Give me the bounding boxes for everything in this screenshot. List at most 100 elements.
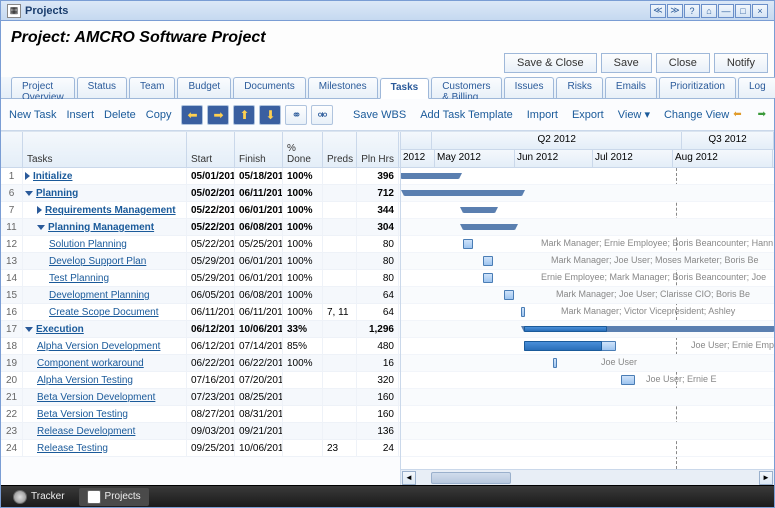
col-tasks[interactable]: Tasks (23, 132, 187, 167)
tab-tasks[interactable]: Tasks (380, 78, 430, 99)
task-link[interactable]: Planning (36, 188, 78, 199)
change-view-link[interactable]: Change View (664, 109, 729, 121)
col-done[interactable]: % Done (283, 132, 323, 167)
task-link[interactable]: Alpha Version Development (37, 341, 160, 352)
table-row[interactable]: 6Planning05/02/201206/11/2012100%712 (1, 185, 400, 202)
gantt-bar[interactable] (553, 358, 557, 368)
taskbar-projects[interactable]: Projects (79, 488, 149, 506)
scroll-left-btn[interactable]: ◄ (402, 471, 416, 485)
tab-risks[interactable]: Risks (556, 77, 602, 98)
home-icon[interactable]: ⌂ (701, 4, 717, 18)
gantt-bar[interactable] (463, 239, 473, 249)
tab-documents[interactable]: Documents (233, 77, 306, 98)
task-link[interactable]: Create Scope Document (49, 307, 159, 318)
task-link[interactable]: Initialize (33, 171, 72, 182)
task-link[interactable]: Release Development (37, 426, 135, 437)
scroll-left-icon[interactable]: ⬅ (733, 109, 741, 120)
table-row[interactable]: 22Beta Version Testing08/27/201208/31/20… (1, 406, 400, 423)
table-row[interactable]: 7Requirements Management05/22/201206/01/… (1, 202, 400, 219)
task-link[interactable]: Release Testing (37, 443, 108, 454)
save-button[interactable]: Save (601, 53, 652, 73)
col-pln[interactable]: Pln Hrs (357, 132, 399, 167)
table-row[interactable]: 1Initialize05/01/201205/18/2012100%396 (1, 168, 400, 185)
task-link[interactable]: Execution (36, 324, 84, 335)
gantt-bar[interactable] (521, 307, 525, 317)
close-button[interactable]: Close (656, 53, 710, 73)
arrow-right-icon[interactable]: ➡ (207, 105, 229, 125)
notify-button[interactable]: Notify (714, 53, 768, 73)
save-close-button[interactable]: Save & Close (504, 53, 597, 73)
import-link[interactable]: Import (527, 109, 558, 121)
view-dropdown[interactable]: View ▾ (618, 108, 650, 121)
delete-link[interactable]: Delete (104, 109, 136, 121)
col-finish[interactable]: Finish (235, 132, 283, 167)
table-row[interactable]: 23Release Development09/03/201209/21/201… (1, 423, 400, 440)
tab-status[interactable]: Status (77, 77, 127, 98)
table-row[interactable]: 12Solution Planning05/22/201205/25/20121… (1, 236, 400, 253)
insert-link[interactable]: Insert (66, 109, 94, 121)
toggle-icon[interactable] (37, 225, 45, 230)
table-row[interactable]: 17Execution06/12/201210/06/201233%1,296 (1, 321, 400, 338)
gantt-bar[interactable] (404, 190, 522, 196)
table-row[interactable]: 24Release Testing09/25/201210/06/2012232… (1, 440, 400, 457)
save-wbs-link[interactable]: Save WBS (353, 109, 406, 121)
tab-customers-billing[interactable]: Customers & Billing (431, 77, 501, 98)
tab-milestones[interactable]: Milestones (308, 77, 378, 98)
task-link[interactable]: Beta Version Testing (37, 409, 128, 420)
task-link[interactable]: Develop Support Plan (49, 256, 146, 267)
unlink-icon[interactable]: ⚮ (311, 105, 333, 125)
table-row[interactable]: 15Development Planning06/05/201206/08/20… (1, 287, 400, 304)
export-link[interactable]: Export (572, 109, 604, 121)
gantt-bar[interactable] (483, 273, 493, 283)
task-link[interactable]: Alpha Version Testing (37, 375, 133, 386)
toggle-icon[interactable] (25, 327, 33, 332)
table-row[interactable]: 11Planning Management05/22/201206/08/201… (1, 219, 400, 236)
table-row[interactable]: 21Beta Version Development07/23/201208/2… (1, 389, 400, 406)
link-icon[interactable]: ⚭ (285, 105, 307, 125)
table-row[interactable]: 19Component workaround06/22/201206/22/20… (1, 355, 400, 372)
gantt-bar[interactable] (463, 224, 515, 230)
gantt-scrollbar[interactable]: ◄ ► (401, 469, 774, 485)
table-row[interactable]: 16Create Scope Document06/11/201206/11/2… (1, 304, 400, 321)
task-link[interactable]: Component workaround (37, 358, 144, 369)
arrow-left-icon[interactable]: ⬅ (181, 105, 203, 125)
tab-log[interactable]: Log (738, 77, 775, 98)
gantt-bar[interactable] (504, 290, 514, 300)
close-icon[interactable]: × (752, 4, 768, 18)
gantt-bar[interactable] (463, 207, 495, 213)
toggle-icon[interactable] (25, 172, 30, 180)
tab-issues[interactable]: Issues (504, 77, 555, 98)
help-icon[interactable]: ? (684, 4, 700, 18)
table-row[interactable]: 18Alpha Version Development06/12/201207/… (1, 338, 400, 355)
arrow-down-icon[interactable]: ⬇ (259, 105, 281, 125)
task-link[interactable]: Requirements Management (45, 205, 176, 216)
nav-last-icon[interactable]: ≫ (667, 4, 683, 18)
gantt-bar[interactable] (401, 173, 459, 179)
col-preds[interactable]: Preds (323, 132, 357, 167)
task-link[interactable]: Planning Management (48, 222, 154, 233)
table-row[interactable]: 20Alpha Version Testing07/16/201207/20/2… (1, 372, 400, 389)
col-start[interactable]: Start (187, 132, 235, 167)
scroll-thumb[interactable] (431, 472, 511, 484)
toggle-icon[interactable] (25, 191, 33, 196)
tab-project-overview[interactable]: Project Overview (11, 77, 75, 98)
table-row[interactable]: 14Test Planning05/29/201206/01/2012100%8… (1, 270, 400, 287)
task-link[interactable]: Test Planning (49, 273, 109, 284)
tab-emails[interactable]: Emails (605, 77, 657, 98)
table-row[interactable]: 13Develop Support Plan05/29/201206/01/20… (1, 253, 400, 270)
arrow-up-icon[interactable]: ⬆ (233, 105, 255, 125)
maximize-icon[interactable]: □ (735, 4, 751, 18)
task-link[interactable]: Development Planning (49, 290, 150, 301)
tab-team[interactable]: Team (129, 77, 175, 98)
gantt-bar[interactable] (621, 375, 635, 385)
toggle-icon[interactable] (37, 206, 42, 214)
minimize-icon[interactable]: — (718, 4, 734, 18)
new-task-link[interactable]: New Task (9, 109, 56, 121)
copy-link[interactable]: Copy (146, 109, 172, 121)
nav-first-icon[interactable]: ≪ (650, 4, 666, 18)
task-link[interactable]: Solution Planning (49, 239, 127, 250)
task-link[interactable]: Beta Version Development (37, 392, 155, 403)
tab-budget[interactable]: Budget (177, 77, 231, 98)
tab-prioritization[interactable]: Prioritization (659, 77, 736, 98)
scroll-right-btn[interactable]: ► (759, 471, 773, 485)
